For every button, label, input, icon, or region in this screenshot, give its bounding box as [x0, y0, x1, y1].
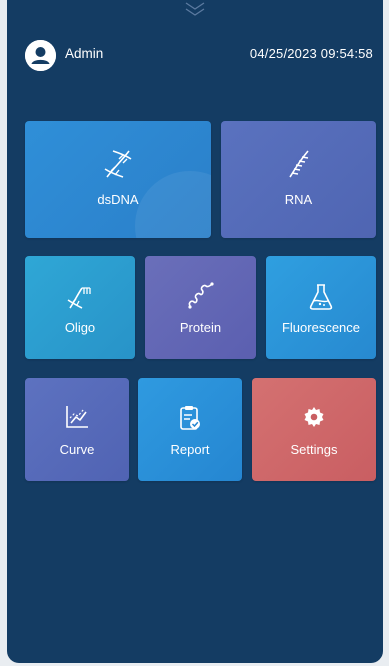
fluorescence-label: Fluorescence — [281, 320, 361, 335]
settings-tile[interactable]: Settings — [252, 378, 376, 481]
status-bar: Admin 04/25/2023 09:54:58 — [25, 38, 373, 71]
curve-label: Curve — [59, 442, 95, 457]
protein-tile[interactable]: Protein — [145, 256, 256, 359]
report-label: Report — [170, 442, 210, 457]
user-avatar-icon[interactable] — [25, 40, 56, 71]
clipboard-check-icon — [180, 406, 200, 430]
settings-label: Settings — [290, 442, 338, 457]
fluorescence-tile[interactable]: Fluorescence — [266, 256, 376, 359]
datetime-display: 04/25/2023 09:54:58 — [249, 46, 373, 61]
flask-icon — [309, 284, 333, 310]
protein-icon — [187, 282, 214, 309]
curve-tile[interactable]: Curve — [25, 378, 129, 481]
oligo-tile[interactable]: Oligo — [25, 256, 135, 359]
dna-double-helix-icon — [104, 150, 132, 178]
pull-down-chevron-icon[interactable] — [182, 0, 208, 20]
oligo-label: Oligo — [64, 320, 96, 335]
rna-tile[interactable]: RNA — [221, 121, 376, 238]
rna-label: RNA — [284, 192, 313, 207]
app-screen: Admin 04/25/2023 09:54:58 dsDNA RNA Olig… — [7, 0, 383, 663]
dsdna-tile[interactable]: dsDNA — [25, 121, 211, 238]
dsdna-label: dsDNA — [97, 192, 139, 207]
rna-strand-icon — [288, 150, 309, 178]
report-tile[interactable]: Report — [138, 378, 242, 481]
line-chart-icon — [66, 406, 88, 428]
user-name[interactable]: Admin — [65, 46, 103, 61]
gear-icon — [304, 407, 324, 427]
oligo-icon — [67, 287, 91, 309]
protein-label: Protein — [179, 320, 222, 335]
